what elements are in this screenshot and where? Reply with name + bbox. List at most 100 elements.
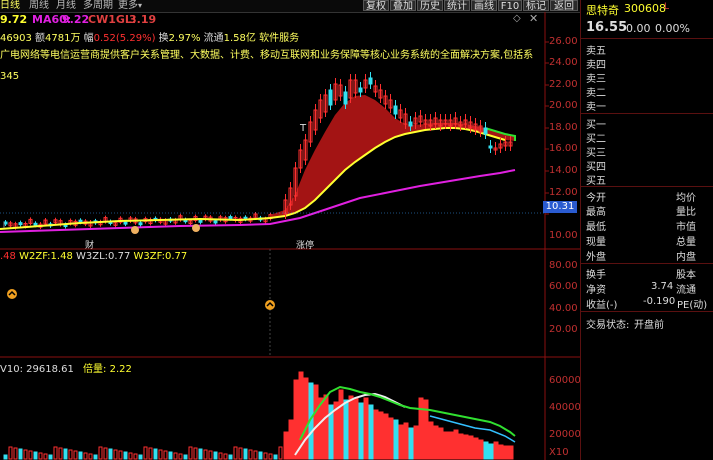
ratio-label: 倍量:: [83, 364, 107, 375]
volume-bar: [188, 446, 193, 460]
open-label: 今开: [586, 193, 606, 204]
volume-bar: [238, 447, 243, 460]
ask-1[interactable]: 卖一: [586, 98, 606, 113]
price-tick: 26.00: [549, 36, 578, 47]
ask-2[interactable]: 卖二: [586, 84, 606, 99]
candlestick-chart[interactable]: [0, 0, 580, 460]
ask-4[interactable]: 卖四: [586, 56, 606, 71]
volume-bar: [113, 449, 118, 460]
price-tick: 18.00: [549, 122, 578, 133]
price-change-pct: 0.00%: [655, 22, 690, 35]
volume-bar: [473, 437, 479, 460]
turnover-label: 换手: [586, 270, 606, 281]
low-label: 最低: [586, 222, 606, 233]
price-change: 0.00: [626, 22, 651, 35]
volume-bar: [223, 453, 228, 460]
volume-bar: [498, 444, 504, 460]
candle: [228, 216, 233, 220]
volume-bar: [153, 448, 158, 460]
pe-label: PE(动): [677, 300, 708, 311]
candle: [488, 145, 493, 149]
volume-bar: [248, 449, 253, 460]
volume-bar: [313, 384, 319, 460]
volume-bar: [13, 447, 18, 460]
bid-3[interactable]: 买三: [586, 144, 606, 159]
volume-bar: [268, 453, 273, 460]
stock-code: 300608: [624, 2, 666, 15]
volume-bar: [38, 452, 43, 460]
volume-bar: [373, 409, 379, 460]
volume-bars: [3, 371, 514, 460]
candle: [328, 89, 333, 106]
stock-name[interactable]: 思特奇: [586, 2, 619, 18]
stock-flag: L: [664, 2, 670, 12]
volume-bar: [258, 451, 263, 460]
volume-bar: [278, 446, 283, 460]
volume-bar: [413, 425, 419, 460]
stock-price: 16.55: [586, 20, 628, 35]
volume-bar: [503, 445, 509, 460]
separator: [580, 113, 713, 114]
volume-bar: [28, 450, 33, 460]
v10-value: 29618.61: [26, 364, 74, 375]
volume-bar: [488, 443, 494, 460]
finance-mark: 财: [85, 241, 95, 251]
panel2-tick: 60.00: [549, 281, 578, 292]
volume-bar: [63, 448, 68, 460]
price-tick: 22.00: [549, 79, 578, 90]
candle: [213, 220, 218, 224]
volume-bar: [218, 452, 223, 460]
float-shares-label: 流通: [676, 285, 696, 296]
hand-icon: [131, 226, 139, 234]
up-arrow-icon: [265, 300, 275, 310]
up-arrow-icon: [7, 289, 17, 299]
volume-bar: [388, 417, 394, 460]
volume-bar: [68, 449, 73, 460]
ask-3[interactable]: 卖三: [586, 70, 606, 85]
w2zf-value: 1.48: [50, 251, 73, 262]
bid-5[interactable]: 买五: [586, 172, 606, 187]
ind-a: .48: [0, 251, 16, 262]
bid-4[interactable]: 买四: [586, 158, 606, 173]
price-tick: 20.00: [549, 100, 578, 111]
bid-1[interactable]: 买一: [586, 116, 606, 131]
volume-bar: [93, 454, 98, 460]
w3zf-label: W3ZF:: [133, 251, 165, 262]
volume-bar: [208, 450, 213, 460]
net-asset-label: 净资: [586, 285, 606, 296]
volume-bar: [393, 419, 399, 460]
ask-5[interactable]: 卖五: [586, 42, 606, 57]
bid-2[interactable]: 买二: [586, 130, 606, 145]
volume-bar: [58, 447, 63, 460]
volume-bar: [403, 422, 409, 460]
price-tick: 14.00: [549, 165, 578, 176]
volume-tick: 60000: [549, 375, 581, 386]
volume-bar: [283, 431, 289, 460]
candle: [33, 222, 38, 226]
w3zl-value: 0.77: [108, 251, 131, 262]
volume-bar: [323, 394, 329, 460]
volume-bar: [338, 389, 344, 460]
volume-bar: [348, 395, 354, 460]
price-tick: 10.00: [549, 230, 578, 241]
volume-bar: [508, 445, 514, 460]
w3zf-value: 0.77: [164, 251, 188, 262]
trade-status-label: 交易状态:: [586, 320, 630, 331]
volume-bar: [198, 448, 203, 460]
volume-bar: [243, 448, 248, 460]
volume-bar: [398, 424, 404, 460]
volume-bar: [118, 450, 123, 460]
volume-bar: [438, 427, 444, 460]
volume-bar: [43, 453, 48, 460]
v10-label: V10:: [0, 364, 23, 375]
candle: [368, 77, 373, 85]
volume-bar: [203, 449, 208, 460]
limit-up-mark: 涨停: [296, 241, 315, 251]
volume-bar: [368, 404, 374, 460]
hand-icon: [192, 224, 200, 232]
price-tick: 16.00: [549, 143, 578, 154]
t-mark: T: [300, 123, 307, 134]
net-asset-value: 3.74: [651, 281, 674, 292]
high-label: 最高: [586, 207, 606, 218]
separator: [580, 263, 713, 264]
